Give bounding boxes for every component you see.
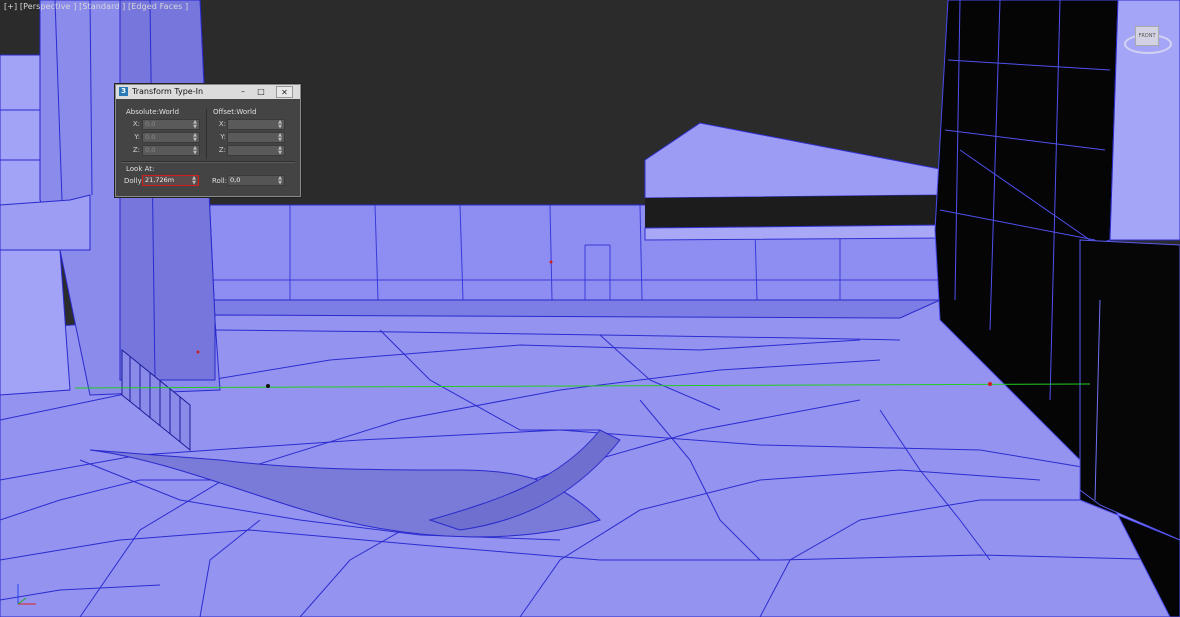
abs-x-spinner[interactable]: 0,0 ▲ ▼ [142, 119, 200, 130]
spinner-arrows-icon[interactable]: ▲ ▼ [277, 146, 283, 156]
dialog-titlebar[interactable]: 3 Transform Type-In – □ ✕ [116, 85, 300, 99]
minimize-button[interactable]: – [236, 86, 250, 97]
viewcube[interactable]: FRONT [1124, 22, 1172, 54]
abs-x-value: 0,0 [145, 120, 156, 128]
close-button[interactable]: ✕ [276, 86, 293, 98]
distant-house-eave [644, 224, 946, 241]
viewcube-face[interactable]: FRONT [1135, 26, 1159, 46]
roll-spinner[interactable]: 0,0 ▲ ▼ [227, 175, 285, 186]
abs-z-value: 0,0 [145, 146, 156, 154]
spinner-arrows-icon[interactable]: ▲ ▼ [192, 120, 198, 130]
abs-y-spinner[interactable]: 0,0 ▲ ▼ [142, 132, 200, 143]
section-divider [121, 161, 295, 163]
viewport-label: [+] [Perspective ] [Standard ] [Edged Fa… [4, 2, 188, 11]
offset-world-label: Offset:World [213, 108, 257, 116]
viewport-pov-label[interactable]: [Perspective ] [20, 2, 77, 11]
spinner-arrows-icon[interactable]: ▲ ▼ [192, 146, 198, 156]
abs-y-label: Y: [134, 133, 140, 141]
group-divider [206, 109, 207, 159]
look-at-label: Look At: [126, 165, 155, 173]
abs-x-label: X: [132, 120, 140, 128]
app-logo-icon: 3 [119, 87, 128, 96]
point-marker [549, 260, 553, 264]
dialog-title: Transform Type-In [132, 87, 204, 96]
dolly-value: 21,726m [145, 176, 175, 184]
point-marker [196, 350, 200, 354]
off-x-spinner[interactable]: ▲ ▼ [227, 119, 285, 130]
spinner-arrows-icon[interactable]: ▲ ▼ [277, 133, 283, 143]
transform-type-in-dialog[interactable]: 3 Transform Type-In – □ ✕ Absolute:World… [115, 84, 301, 197]
axis-tripod-icon [14, 580, 44, 610]
distant-house-body [645, 195, 945, 228]
viewport-menu-plus[interactable]: [+] [4, 2, 17, 11]
spinner-arrows-icon[interactable]: ▲ ▼ [192, 133, 198, 143]
spinner-arrows-icon[interactable]: ▲ ▼ [277, 120, 283, 130]
viewport-shading-standard[interactable]: [Standard ] [79, 2, 125, 11]
spinner-arrows-icon[interactable]: ▲ ▼ [277, 176, 283, 186]
point-marker [988, 382, 992, 386]
point-marker [266, 384, 270, 388]
abs-z-label: Z: [132, 146, 140, 154]
absolute-world-label: Absolute:World [126, 108, 180, 116]
off-y-label: Y: [220, 133, 226, 141]
maximize-button[interactable]: □ [254, 86, 268, 97]
off-x-label: X: [218, 120, 226, 128]
roll-value: 0,0 [230, 176, 241, 184]
dolly-spinner[interactable]: 21,726m ▲ ▼ [142, 175, 199, 186]
off-y-spinner[interactable]: ▲ ▼ [227, 132, 285, 143]
viewport-shading-edged-faces[interactable]: [Edged Faces ] [128, 2, 188, 11]
roll-label: Roll: [212, 177, 228, 185]
off-z-label: Z: [218, 146, 226, 154]
dolly-label: Dolly: [124, 177, 144, 185]
abs-y-value: 0,0 [145, 133, 156, 141]
spinner-arrows-icon[interactable]: ▲ ▼ [191, 176, 197, 186]
abs-z-spinner[interactable]: 0,0 ▲ ▼ [142, 145, 200, 156]
off-z-spinner[interactable]: ▲ ▼ [227, 145, 285, 156]
